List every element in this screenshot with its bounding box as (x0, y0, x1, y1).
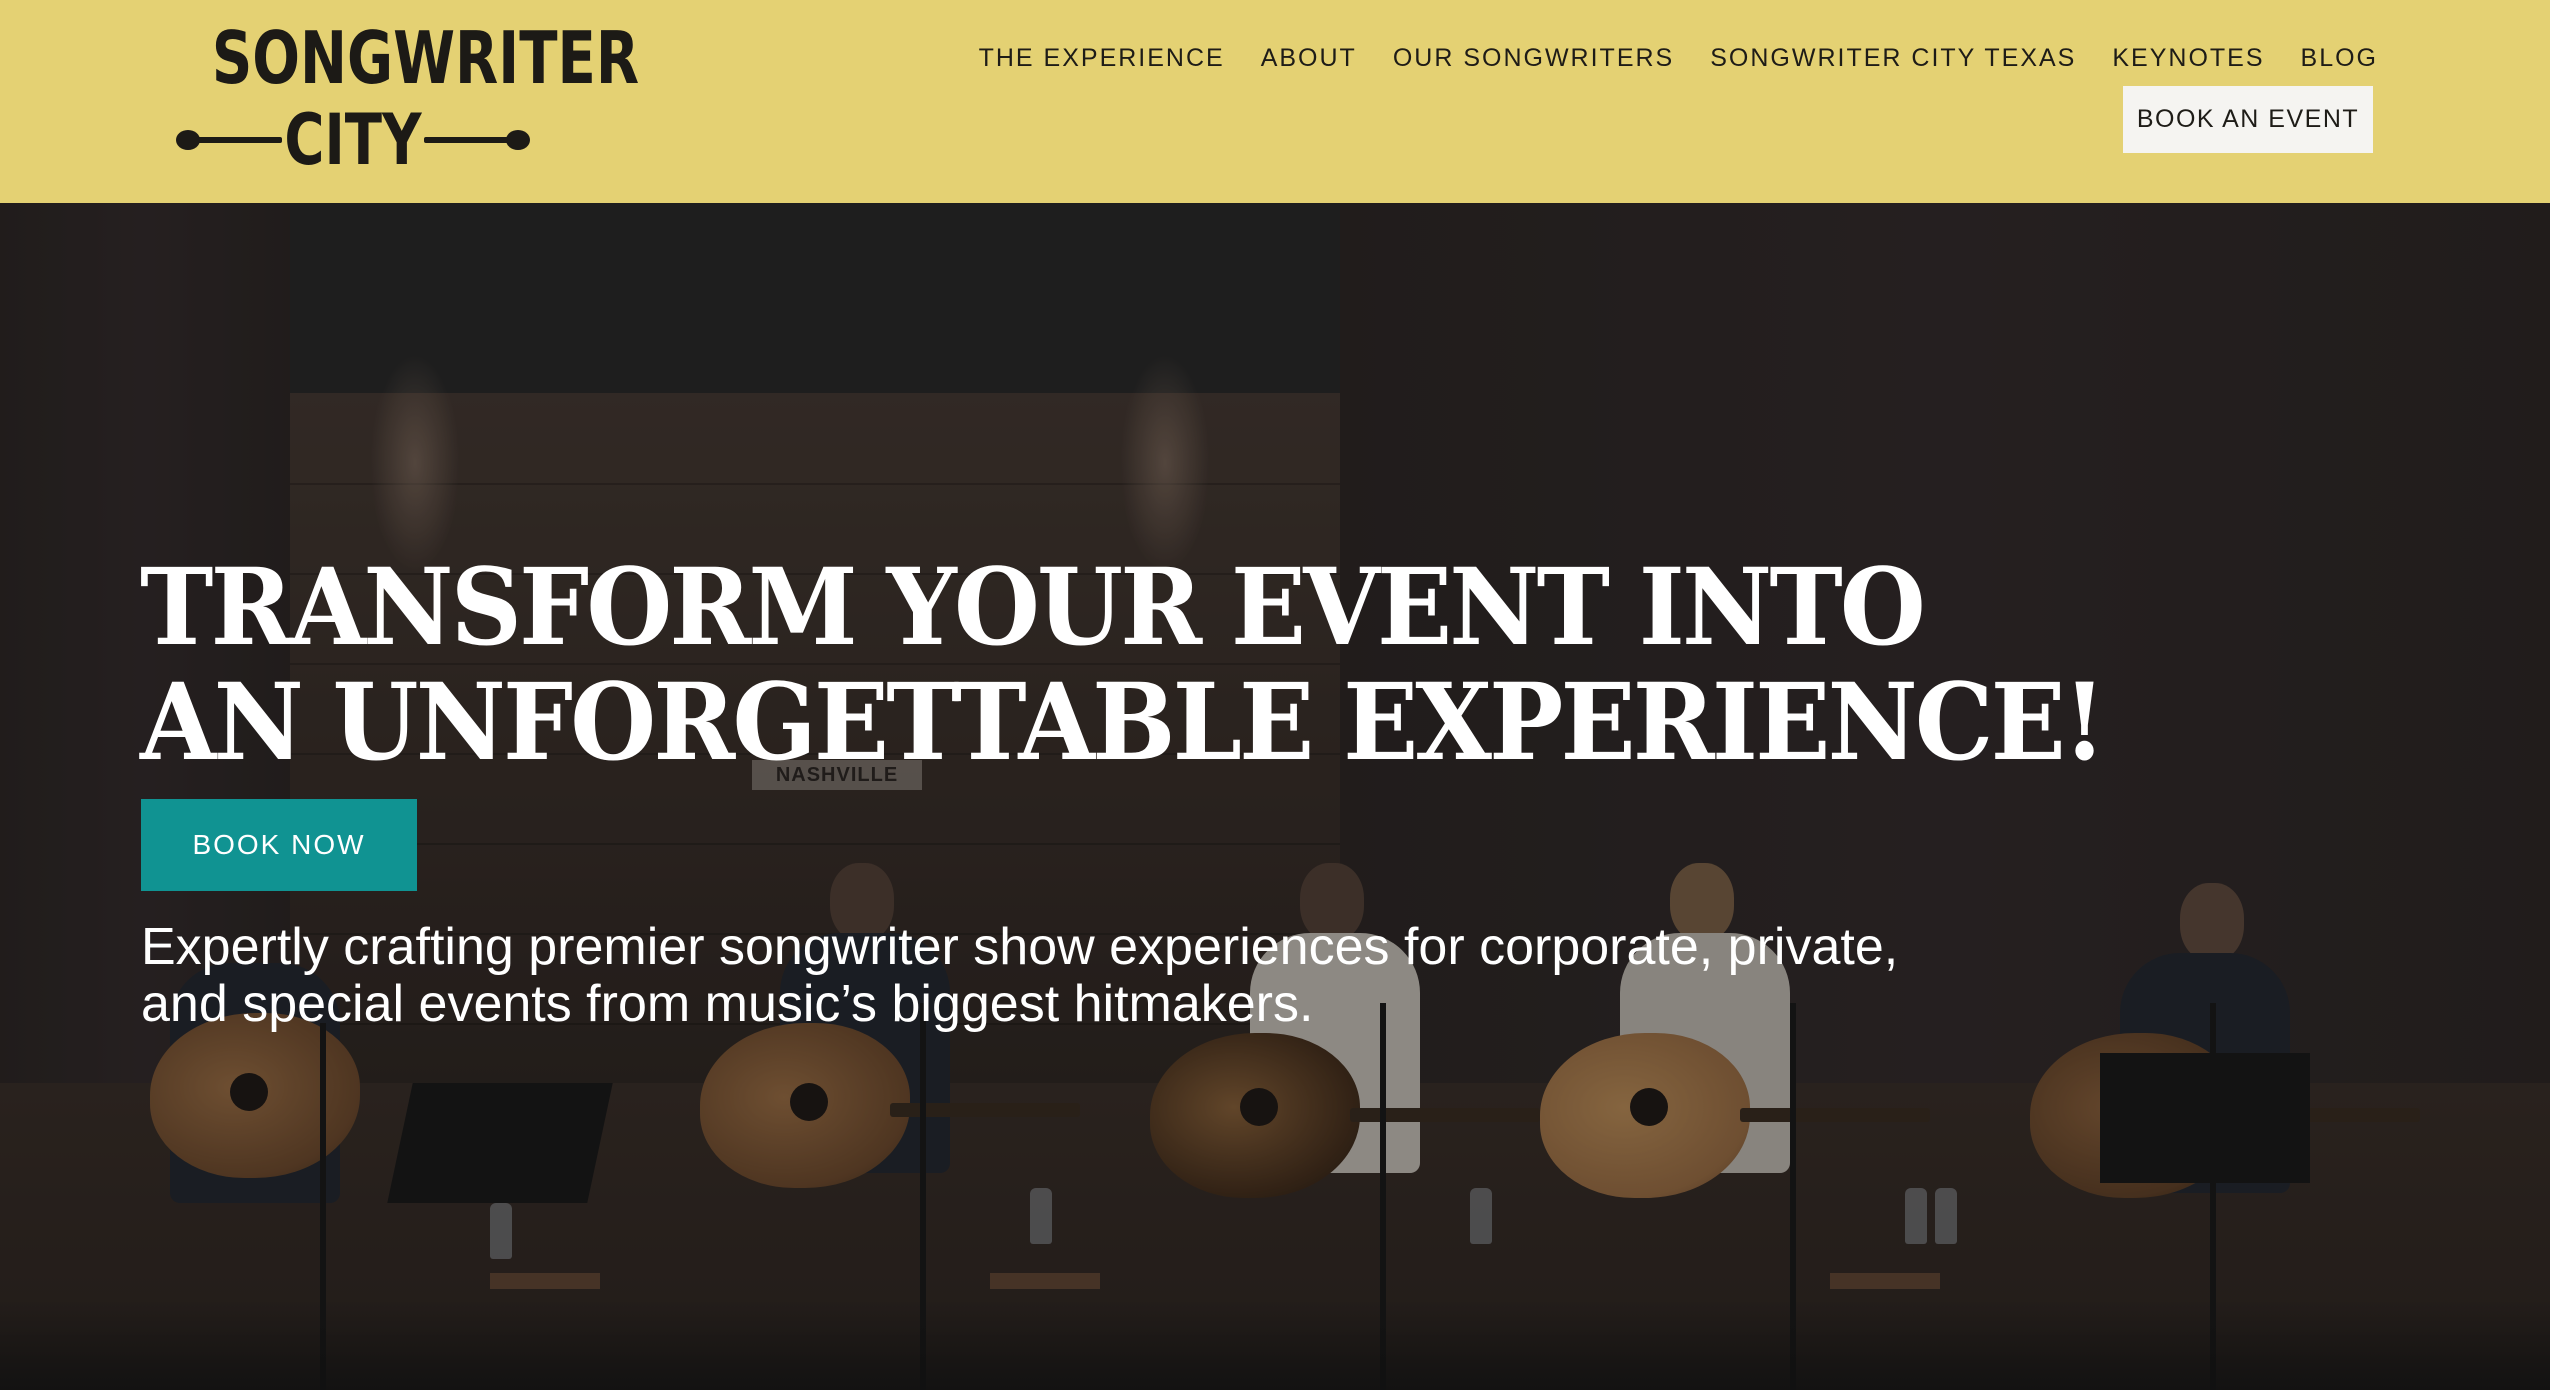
site-header: SONGWRITER CITY THE EXPERIENCE ABOUT OUR… (0, 0, 2550, 203)
hero-subheadline: Expertly crafting premier songwriter sho… (141, 918, 1899, 1033)
hero-headline-line2: AN UNFORGETTABLE EXPERIENCE! (140, 659, 2106, 784)
hero-section: NASHVILLE TRANSFORM YOUR EVENT INTO AN U… (0, 203, 2550, 1390)
nav-item-our-songwriters[interactable]: OUR SONGWRITERS (1393, 44, 1674, 73)
nav-item-songwriter-city-texas[interactable]: SONGWRITER CITY TEXAS (1710, 44, 2076, 73)
logo-wordmark-line2-row: CITY (172, 100, 534, 180)
guitar-neck-icon (422, 130, 530, 150)
site-logo[interactable]: SONGWRITER CITY (172, 16, 640, 180)
hero-headline-line1: TRANSFORM YOUR EVENT INTO (140, 544, 1926, 669)
nav-item-blog[interactable]: BLOG (2301, 44, 2378, 73)
main-nav: THE EXPERIENCE ABOUT OUR SONGWRITERS SON… (979, 38, 2378, 78)
nav-item-keynotes[interactable]: KEYNOTES (2112, 44, 2264, 73)
logo-wordmark-line1: SONGWRITER (211, 16, 640, 100)
book-an-event-button[interactable]: BOOK AN EVENT (2123, 86, 2373, 153)
hero-headline: TRANSFORM YOUR EVENT INTO AN UNFORGETTAB… (140, 544, 2106, 784)
book-now-button[interactable]: BOOK NOW (141, 799, 417, 891)
nav-item-about[interactable]: ABOUT (1261, 44, 1357, 73)
nav-item-the-experience[interactable]: THE EXPERIENCE (979, 44, 1225, 73)
